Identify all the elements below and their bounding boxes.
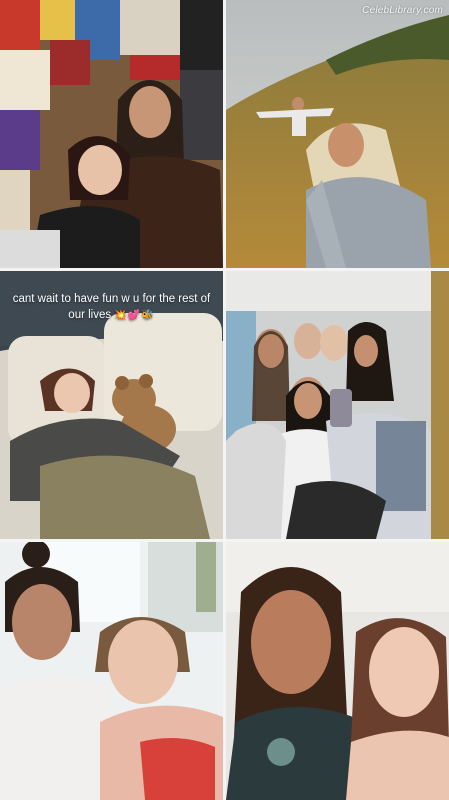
photo-hillside-selfie: CelebLibrary.com bbox=[226, 0, 449, 268]
caption-emoji: 💥💕🐝 bbox=[114, 310, 155, 321]
photo-closeup-selfie bbox=[226, 542, 449, 800]
watermark-text: CelebLibrary.com bbox=[362, 5, 443, 16]
photo-group-selfie bbox=[226, 271, 449, 539]
photo-window-selfie bbox=[0, 542, 223, 800]
caption-text: cant wait to have fun w u for the rest o… bbox=[12, 293, 211, 321]
photo-bed-teddy-bear: cant wait to have fun w u for the rest o… bbox=[0, 271, 223, 539]
photo-hug-collage-wall bbox=[0, 0, 223, 268]
story-caption: cant wait to have fun w u for the rest o… bbox=[10, 291, 213, 324]
